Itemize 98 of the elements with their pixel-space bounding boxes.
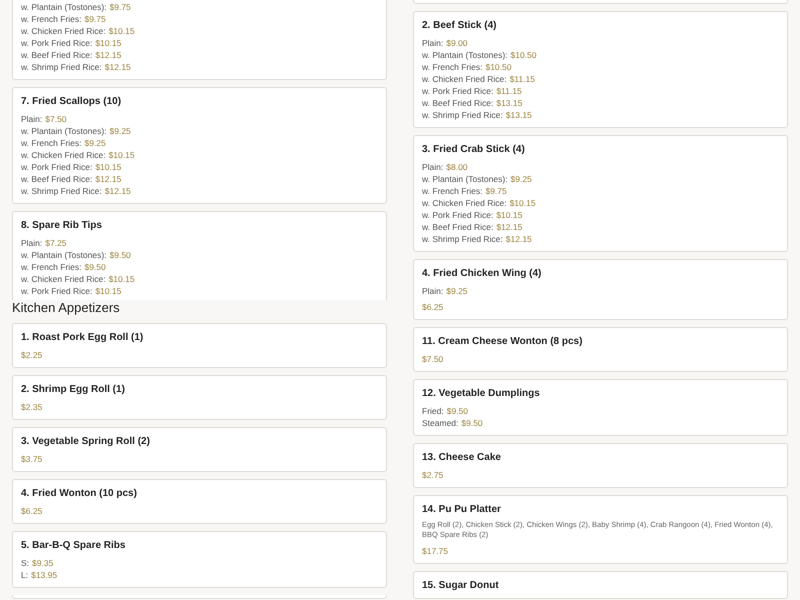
- price-label: w. French Fries:: [21, 137, 82, 149]
- price: $9.75: [110, 1, 131, 13]
- item-title: 2. Beef Stick (4): [422, 20, 498, 32]
- price-label: w. Plantain (Tostones):: [21, 125, 107, 137]
- price-label: Plain:: [422, 161, 444, 173]
- price: $12.15: [104, 61, 131, 73]
- price: $6.25: [422, 301, 444, 313]
- price-label: Plain:: [21, 237, 42, 249]
- price: $7.25: [45, 237, 67, 249]
- price-label: w. Plantain (Tostones):: [21, 249, 107, 261]
- price: $10.15: [95, 37, 122, 49]
- price-label: w. Pork Fried Rice:: [21, 161, 92, 173]
- price-label: w. Shrimp Fried Rice:: [21, 61, 102, 73]
- item-title: 4. Fried Chicken Wing (4): [422, 268, 542, 280]
- price-label: w. Beef Fried Rice:: [422, 221, 494, 233]
- price-label: w. Shrimp Fried Rice:: [21, 185, 102, 197]
- price-label: w. Shrimp Fried Rice:: [422, 109, 503, 121]
- price: $12.15: [104, 185, 131, 197]
- price-label: Fried:: [422, 405, 444, 417]
- price: $9.75: [84, 13, 106, 25]
- section-heading: Kitchen Appetizers: [12, 300, 121, 316]
- price: $10.15: [95, 285, 122, 297]
- price-label: w. Chicken Fried Rice:: [21, 273, 106, 285]
- item-title: 14. Pu Pu Platter: [422, 504, 502, 516]
- price: $13.15: [496, 97, 522, 109]
- item-title: 7. Fried Scallops (10): [21, 96, 122, 108]
- price: $2.75: [422, 469, 444, 481]
- price: $9.75: [485, 185, 507, 197]
- price-label: w. French Fries:: [21, 261, 82, 273]
- price: $10.15: [108, 25, 135, 37]
- price-label: w. Chicken Fried Rice:: [21, 25, 106, 37]
- price: $10.15: [108, 273, 135, 285]
- price: $3.75: [21, 453, 42, 465]
- price: $9.50: [446, 405, 468, 417]
- price-label: w. Chicken Fried Rice:: [422, 197, 507, 209]
- price: $12.15: [496, 221, 522, 233]
- price: $6.25: [21, 505, 42, 517]
- price-label: Plain:: [422, 285, 444, 297]
- price: $12.15: [95, 173, 122, 185]
- price: $10.15: [510, 197, 536, 209]
- price: $9.35: [32, 557, 54, 569]
- price: $9.25: [84, 137, 106, 149]
- item-title: 11. Cream Cheese Wonton (8 pcs): [422, 336, 584, 348]
- price-label: w. Chicken Fried Rice:: [422, 73, 507, 85]
- price: $9.50: [110, 249, 131, 261]
- price-label: w. Pork Fried Rice:: [21, 285, 92, 297]
- item-title: 13. Cheese Cake: [422, 452, 502, 464]
- item-title: 15. Sugar Donut: [422, 580, 500, 592]
- price: $2.35: [21, 401, 42, 413]
- price: $9.25: [446, 285, 468, 297]
- price: $7.50: [45, 113, 67, 125]
- item-title: 3. Vegetable Spring Roll (2): [21, 436, 151, 448]
- price-label: w. Plantain (Tostones):: [21, 1, 107, 13]
- price-label: w. Plantain (Tostones):: [422, 173, 508, 185]
- price: $9.25: [110, 125, 131, 137]
- item-title: 2. Shrimp Egg Roll (1): [21, 384, 126, 396]
- price: $17.75: [422, 545, 448, 557]
- price-label: w. French Fries:: [422, 185, 482, 197]
- price-label: Steamed:: [422, 417, 458, 429]
- price-label: w. Pork Fried Rice:: [422, 209, 494, 221]
- price: $10.15: [496, 209, 522, 221]
- price-label: w. French Fries:: [21, 13, 82, 25]
- price: $10.50: [510, 49, 537, 61]
- item-title: 8. Spare Rib Tips: [21, 220, 103, 232]
- item-title: 3. Fried Crab Stick (4): [422, 144, 526, 156]
- price: $9.00: [446, 37, 468, 49]
- price-label: w. Beef Fried Rice:: [422, 97, 494, 109]
- price: $13.95: [31, 569, 58, 581]
- price: $11.15: [510, 73, 535, 85]
- price-label: w. Beef Fried Rice:: [21, 173, 92, 185]
- price-label: w. Chicken Fried Rice:: [21, 149, 106, 161]
- price: $12.15: [95, 49, 122, 61]
- price-label: Plain:: [422, 37, 444, 49]
- item-title: 1. Roast Pork Egg Roll (1): [21, 332, 144, 344]
- price: $13.15: [506, 109, 532, 121]
- item-title: 4. Fried Wonton (10 pcs): [21, 488, 138, 500]
- price: $10.50: [485, 61, 512, 73]
- price: $7.50: [422, 353, 444, 365]
- price: $2.25: [21, 349, 42, 361]
- price-label: Plain:: [21, 113, 42, 125]
- price-label: w. Plantain (Tostones):: [422, 49, 508, 61]
- price-label: w. French Fries:: [422, 61, 482, 73]
- price-label: S:: [21, 557, 30, 569]
- price: $11.15: [496, 85, 522, 97]
- price: $8.00: [446, 161, 468, 173]
- price: $12.15: [506, 233, 532, 245]
- price: $9.50: [84, 261, 106, 273]
- price-label: w. Pork Fried Rice:: [422, 85, 494, 97]
- item-title: 5. Bar-B-Q Spare Ribs: [21, 540, 126, 552]
- price-label: w. Pork Fried Rice:: [21, 37, 92, 49]
- price: $9.25: [510, 173, 532, 185]
- item-title: 12. Vegetable Dumplings: [422, 388, 541, 400]
- price: $10.15: [108, 149, 135, 161]
- price-label: w. Shrimp Fried Rice:: [422, 233, 503, 245]
- price-label: L:: [21, 569, 28, 581]
- price: $10.15: [95, 161, 122, 173]
- price-label: w. Beef Fried Rice:: [21, 49, 92, 61]
- price: $9.50: [461, 417, 483, 429]
